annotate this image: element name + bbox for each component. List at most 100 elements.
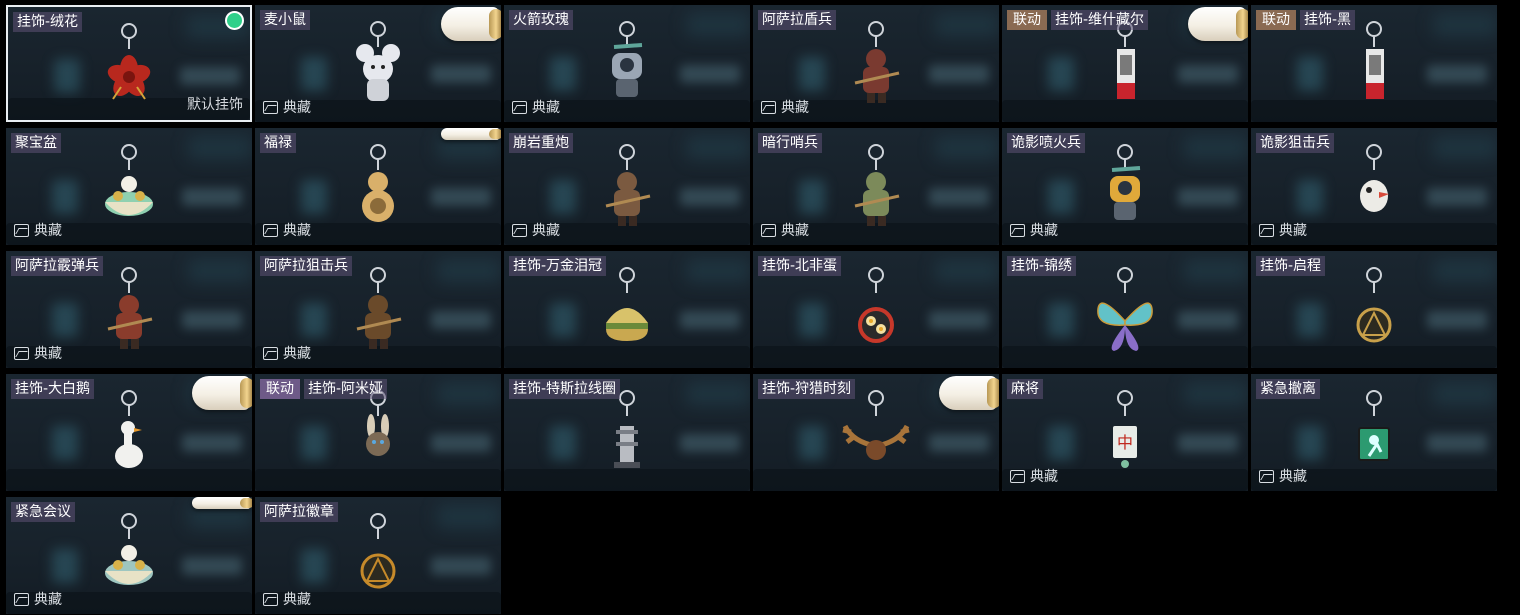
charm-title: 联动 挂饰-黑 [1256,10,1356,30]
background-glow [431,434,491,452]
charm-title: 挂饰-万金泪冠 [509,256,607,276]
default-charm-label: 默认挂饰 [187,97,243,113]
background-glow [1433,13,1497,37]
collection-text: 典藏 [34,346,62,362]
background-glow [1427,311,1487,329]
charm-card[interactable]: 中 麻将典藏 [1002,374,1248,491]
background-glow [929,188,989,206]
charm-card[interactable]: 聚宝盆 典藏 [6,128,252,245]
collection-text: 典藏 [1279,223,1307,239]
charm-name: 挂饰-万金泪冠 [509,256,607,276]
background-glow [52,303,78,337]
charm-card[interactable]: 麦小鼠 典藏 [255,5,501,122]
charm-image [107,267,153,349]
charm-card[interactable]: 挂饰-大白鹅 [6,374,252,491]
image-icon [263,223,278,237]
charm-card[interactable]: 崩岩重炮 典藏 [504,128,750,245]
background-glow [680,434,740,452]
collection-text: 典藏 [781,100,809,116]
charm-card[interactable]: 联动 挂饰-维什藏尔 [1002,5,1248,122]
charm-title: 挂饰-绒花 [13,12,83,32]
charm-card[interactable]: 联动 挂饰-阿米娅 [255,374,501,491]
charm-card[interactable]: 挂饰-狩猎时刻 [753,374,999,491]
background-glow [680,65,740,83]
charm-card[interactable]: 火箭玫瑰 典藏 [504,5,750,122]
background-glow [1048,57,1074,91]
background-glow [1048,303,1074,337]
charm-name: 挂饰-狩猎时刻 [758,379,856,399]
charm-card[interactable]: 紧急撤离 典藏 [1251,374,1497,491]
background-glow [799,426,825,460]
charm-image [614,390,640,468]
background-glow [1178,188,1238,206]
charm-card[interactable]: 挂饰-北非蛋 [753,251,999,368]
collection-text: 典藏 [532,223,560,239]
image-icon [761,100,776,114]
charm-image [1097,267,1153,351]
background-glow [182,434,242,452]
background-glow [550,180,576,214]
charm-name: 挂饰-特斯拉线圈 [509,379,621,399]
charm-title: 挂饰-特斯拉线圈 [509,379,621,399]
charm-title: 阿萨拉狙击兵 [260,256,352,276]
background-glow [935,259,999,283]
background-glow [180,67,240,85]
charm-card[interactable]: 紧急会议 典藏 [6,497,252,614]
background-glow [686,259,750,283]
background-glow [182,311,242,329]
image-icon [512,223,527,237]
collab-badge: 联动 [1256,10,1296,30]
charm-card[interactable]: 挂饰-特斯拉线圈 [504,374,750,491]
charm-image [107,23,151,100]
background-glow [1433,136,1497,160]
charm-name: 挂饰-锦绣 [1007,256,1077,276]
background-glow [431,188,491,206]
charm-image [1366,21,1384,99]
svg-text:中: 中 [1117,433,1133,452]
collection-label: 典藏 [1010,220,1058,240]
background-glow [929,434,989,452]
background-glow [431,311,491,329]
background-glow [550,57,576,91]
charm-title: 挂饰-大白鹅 [11,379,95,399]
charm-image [1356,267,1392,343]
charm-title: 火箭玫瑰 [509,10,573,30]
charm-card[interactable]: 诡影狙击兵 典藏 [1251,128,1497,245]
collection-label: 典藏 [1010,466,1058,486]
background-glow [929,311,989,329]
charm-card[interactable]: 诡影喷火兵 典藏 [1002,128,1248,245]
background-glow [1427,434,1487,452]
background-glow [1184,382,1248,406]
charm-title: 联动 挂饰-阿米娅 [260,379,388,399]
charm-card[interactable]: 挂饰-万金泪冠 [504,251,750,368]
collab-badge: 联动 [1007,10,1047,30]
charm-card[interactable]: 挂饰-锦绣 [1002,251,1248,368]
collection-label: 典藏 [14,220,62,240]
charm-card[interactable]: 阿萨拉盾兵 典藏 [753,5,999,122]
background-glow [1048,180,1074,214]
charm-image [362,144,394,222]
image-icon [761,223,776,237]
image-icon [1259,469,1274,483]
background-glow [437,259,501,283]
charm-card[interactable]: 暗行哨兵 典藏 [753,128,999,245]
charm-card[interactable]: 联动 挂饰-黑 [1251,5,1497,122]
charm-name: 紧急会议 [11,502,75,522]
image-icon [1010,469,1025,483]
charm-card[interactable]: 挂饰-启程 [1251,251,1497,368]
charm-name: 阿萨拉霰弹兵 [11,256,103,276]
image-icon [14,223,29,237]
charm-card[interactable]: 阿萨拉霰弹兵典藏 [6,251,252,368]
charm-image [612,21,643,97]
charm-title: 阿萨拉徽章 [260,502,338,522]
charm-card[interactable]: 福禄 典藏 [255,128,501,245]
collection-label: 典藏 [512,97,560,117]
charm-title: 麻将 [1007,379,1043,399]
charm-card[interactable]: 阿萨拉徽章 典藏 [255,497,501,614]
background-glow [1433,259,1497,283]
background-glow [686,382,750,406]
charm-card[interactable]: 阿萨拉狙击兵 典藏 [255,251,501,368]
charm-card[interactable]: 挂饰-绒花默认挂饰 [6,5,252,122]
background-glow [799,180,825,214]
background-glow [301,303,327,337]
